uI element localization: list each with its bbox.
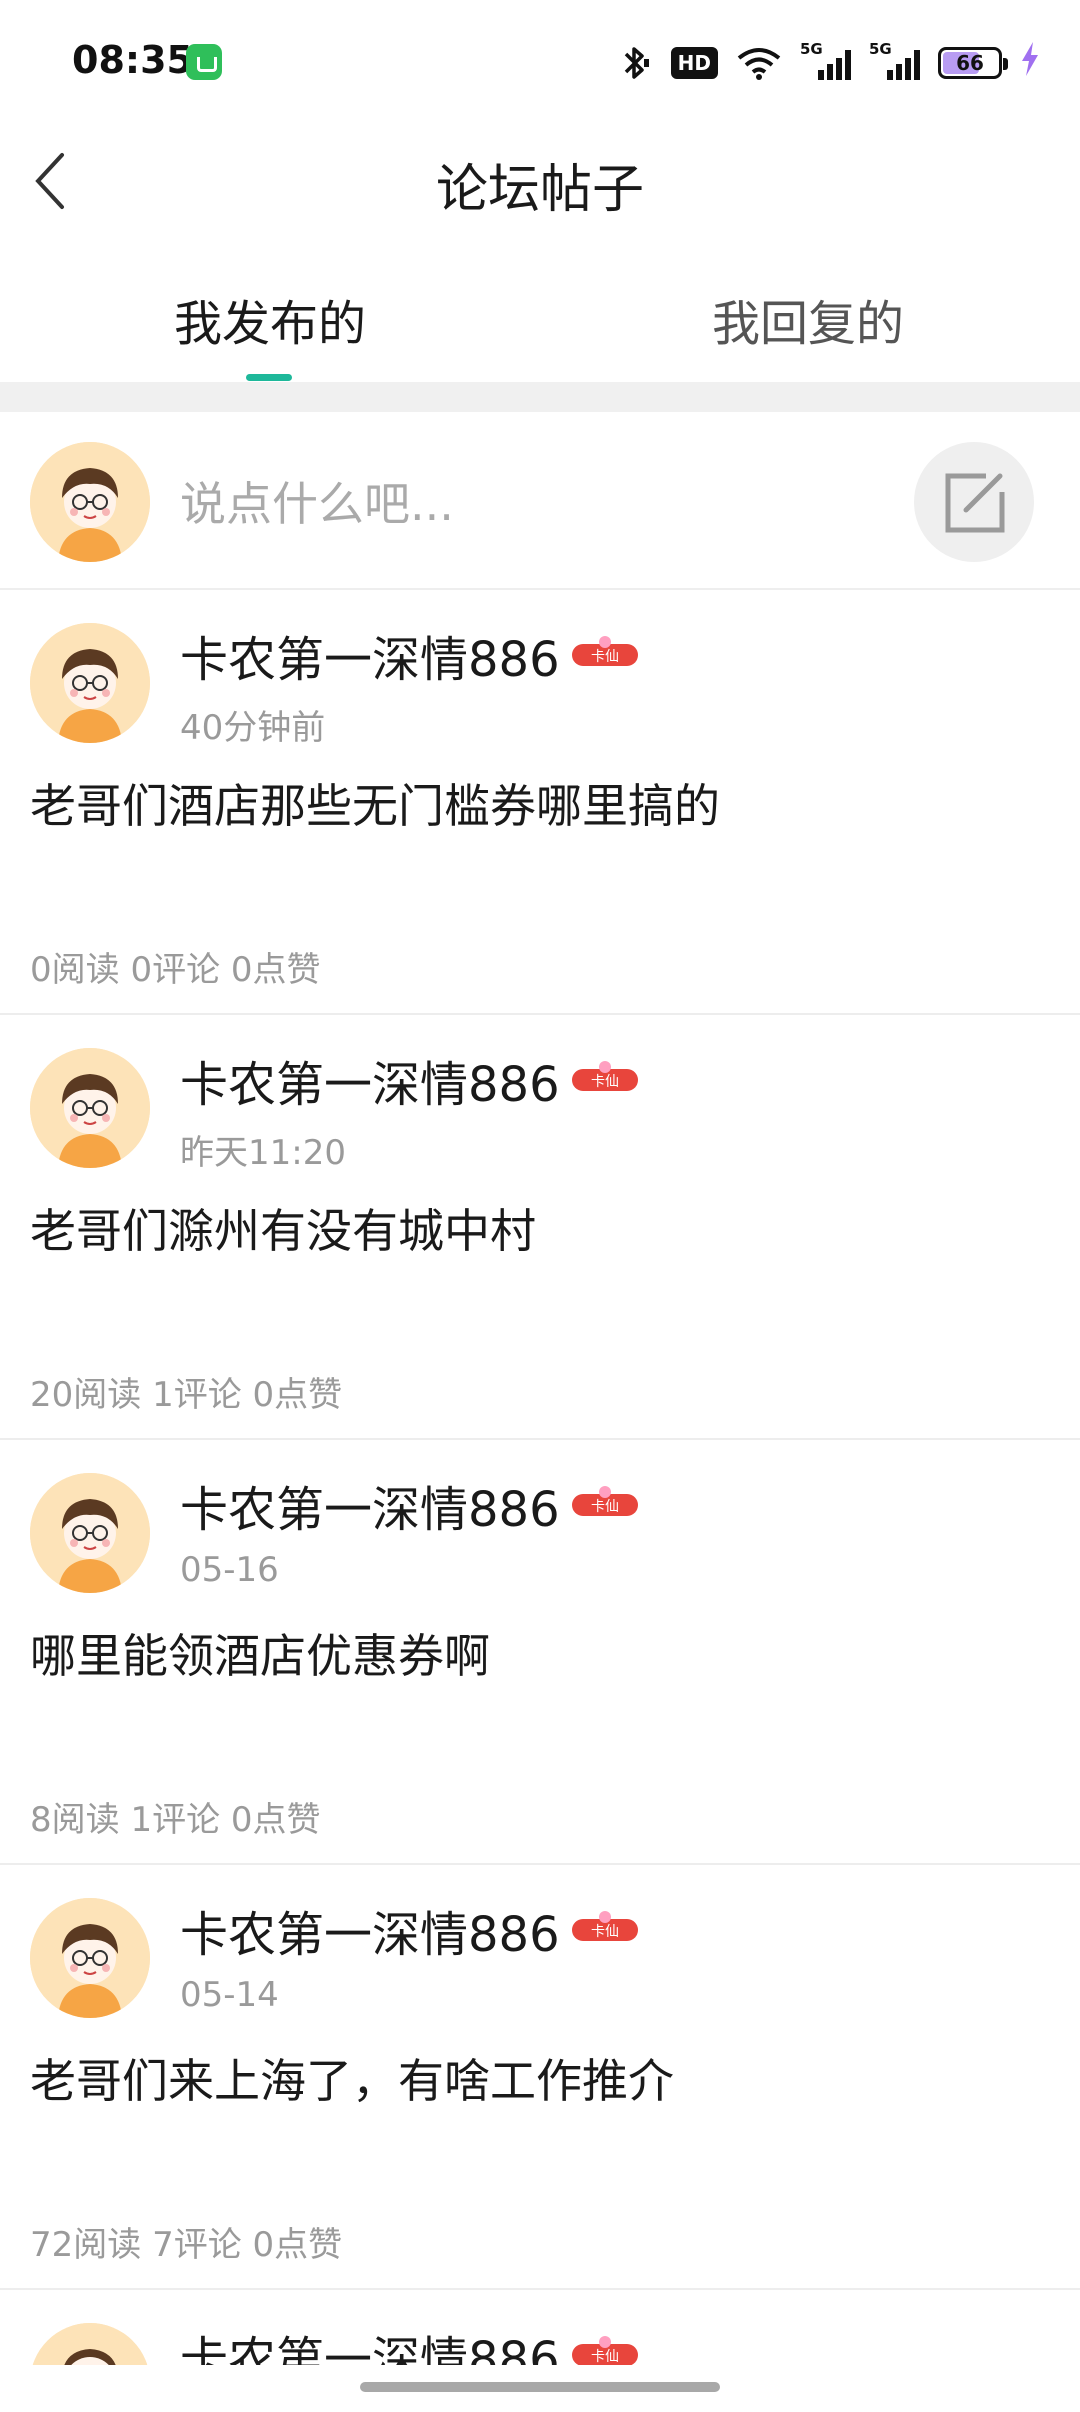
avatar[interactable] xyxy=(30,2323,150,2365)
post-time: 昨天11:20 xyxy=(180,1133,346,1173)
avatar[interactable] xyxy=(30,623,150,743)
tab-my-posts[interactable]: 我发布的 xyxy=(70,284,470,354)
post-item[interactable]: 卡农第一深情886 卡仙 xyxy=(0,2290,1080,2365)
bluetooth-icon xyxy=(617,45,653,81)
status-bar: 08:35 HD 5G 5G 66 xyxy=(0,0,1080,125)
battery-icon: 66 xyxy=(938,47,1008,79)
post-item[interactable]: 卡农第一深情886 卡仙 昨天11:20 老哥们滁州有没有城中村 20阅读 1评… xyxy=(0,1015,1080,1440)
post-stats: 72阅读 7评论 0点赞 xyxy=(30,2225,343,2265)
wifi-icon xyxy=(736,46,782,80)
badge-label: 卡仙 xyxy=(591,1074,619,1090)
section-divider xyxy=(0,382,1080,412)
post-author[interactable]: 卡农第一深情886 xyxy=(180,1045,560,1115)
home-indicator[interactable] xyxy=(360,2382,720,2392)
status-time: 08:35 xyxy=(72,38,193,82)
badge-label: 卡仙 xyxy=(591,1924,619,1940)
hd-voice-icon: HD xyxy=(670,47,718,79)
user-level-badge: 卡仙 xyxy=(570,1911,640,1945)
page-title: 论坛帖子 xyxy=(435,160,644,220)
new-post-button[interactable] xyxy=(914,442,1034,562)
user-level-badge: 卡仙 xyxy=(570,1061,640,1095)
avatar[interactable] xyxy=(30,1473,150,1593)
navigation-header: 论坛帖子 xyxy=(0,125,1080,235)
active-tab-indicator xyxy=(246,374,292,381)
post-item[interactable]: 卡农第一深情886 卡仙 05-16 哪里能领酒店优惠券啊 8阅读 1评论 0点… xyxy=(0,1440,1080,1865)
user-level-badge: 卡仙 xyxy=(570,636,640,670)
compose-placeholder[interactable]: 说点什么吧... xyxy=(180,468,454,534)
post-item[interactable]: 卡农第一深情886 卡仙 40分钟前 老哥们酒店那些无门槛券哪里搞的 0阅读 0… xyxy=(0,590,1080,1015)
post-author[interactable]: 卡农第一深情886 xyxy=(180,1470,560,1540)
tab-bar: 我发布的 我回复的 xyxy=(0,262,1080,382)
avatar[interactable] xyxy=(30,1898,150,2018)
charging-icon xyxy=(1020,42,1040,84)
post-content[interactable]: 老哥们滁州有没有城中村 xyxy=(30,1195,536,1261)
edit-icon xyxy=(945,473,1005,533)
app-notification-icon xyxy=(186,44,222,80)
post-content[interactable]: 哪里能领酒店优惠券啊 xyxy=(30,1620,490,1686)
post-time: 05-16 xyxy=(180,1550,279,1590)
post-item[interactable]: 卡农第一深情886 卡仙 05-14 老哥们来上海了，有啥工作推介 72阅读 7… xyxy=(0,1865,1080,2290)
post-author[interactable]: 卡农第一深情886 xyxy=(180,2320,560,2365)
compose-row[interactable]: 说点什么吧... xyxy=(0,412,1080,590)
tab-my-replies[interactable]: 我回复的 xyxy=(608,284,1008,354)
battery-level: 66 xyxy=(956,51,984,75)
post-time: 40分钟前 xyxy=(180,708,326,748)
badge-label: 卡仙 xyxy=(591,1499,619,1515)
avatar[interactable] xyxy=(30,1048,150,1168)
post-content[interactable]: 老哥们来上海了，有啥工作推介 xyxy=(30,2045,674,2111)
post-content[interactable]: 老哥们酒店那些无门槛券哪里搞的 xyxy=(30,770,720,836)
post-stats: 0阅读 0评论 0点赞 xyxy=(30,950,321,990)
post-author[interactable]: 卡农第一深情886 xyxy=(180,620,560,690)
cellular-signal-2-icon: 5G xyxy=(869,40,920,80)
avatar xyxy=(30,442,150,562)
user-level-badge: 卡仙 xyxy=(570,1486,640,1520)
post-time: 05-14 xyxy=(180,1975,279,2015)
post-stats: 20阅读 1评论 0点赞 xyxy=(30,1375,343,1415)
post-stats: 8阅读 1评论 0点赞 xyxy=(30,1800,321,1840)
badge-label: 卡仙 xyxy=(591,649,619,665)
badge-label: 卡仙 xyxy=(591,2349,619,2365)
user-level-badge: 卡仙 xyxy=(570,2336,640,2365)
status-icons: HD 5G 5G 66 xyxy=(617,38,1040,88)
cellular-signal-1-icon: 5G xyxy=(800,40,851,80)
post-author[interactable]: 卡农第一深情886 xyxy=(180,1895,560,1965)
